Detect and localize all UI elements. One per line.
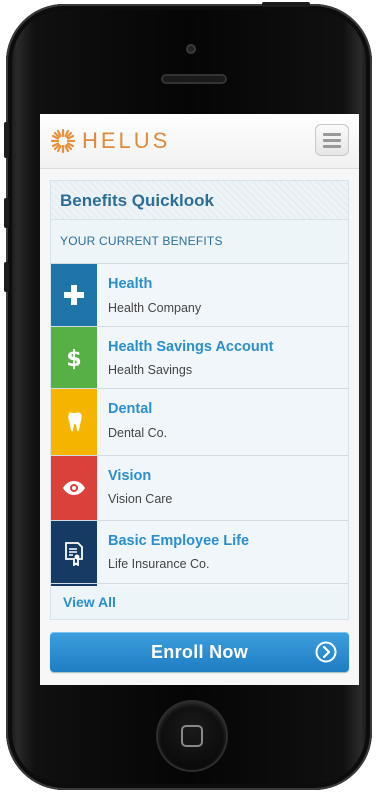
benefit-row-vision[interactable]: Vision Vision Care: [51, 455, 348, 520]
sun-logo-icon: [50, 128, 76, 154]
certificate-icon: [51, 521, 97, 586]
earpiece-speaker: [161, 74, 227, 84]
power-button: [262, 2, 310, 7]
chevron-right-circle-icon: [315, 641, 337, 663]
hamburger-icon: [323, 133, 341, 136]
volume-down-button: [4, 262, 9, 292]
divider: [51, 583, 348, 584]
card-title: Benefits Quicklook: [60, 191, 214, 210]
benefit-row-life[interactable]: Basic Employee Life Life Insurance Co.: [51, 520, 348, 586]
home-button[interactable]: [158, 702, 226, 770]
benefit-row-health[interactable]: Health Health Company: [51, 263, 348, 326]
enroll-now-button[interactable]: Enroll Now: [50, 632, 349, 672]
benefits-quicklook-card: Benefits Quicklook YOUR CURRENT BENEFITS…: [50, 180, 349, 620]
benefit-name: Basic Employee Life: [108, 533, 250, 549]
logo: HELUS: [50, 128, 170, 154]
benefit-provider: Life Insurance Co.: [108, 557, 210, 571]
benefit-name: Health: [108, 276, 153, 292]
front-camera: [186, 44, 196, 54]
plus-icon: [51, 264, 97, 326]
section-label: YOUR CURRENT BENEFITS: [60, 234, 223, 248]
benefit-name: Health Savings Account: [108, 339, 274, 355]
view-all-link[interactable]: View All: [63, 594, 116, 610]
dollar-icon: $: [51, 327, 97, 388]
tooth-icon: [51, 389, 97, 455]
benefit-row-dental[interactable]: Dental Dental Co.: [51, 388, 348, 455]
card-header: Benefits Quicklook: [51, 181, 348, 220]
benefit-provider: Vision Care: [108, 492, 173, 506]
benefit-name: Vision: [108, 468, 152, 484]
phone-screen: HELUS Benefits Quicklook YOUR CURRENT BE…: [40, 114, 359, 685]
volume-up-button: [4, 198, 9, 228]
benefit-name: Dental: [108, 401, 153, 417]
benefit-provider: Dental Co.: [108, 426, 168, 440]
enroll-label: Enroll Now: [151, 642, 248, 662]
svg-text:$: $: [66, 347, 81, 371]
benefits-list: Health Health Company $ Health Savings A…: [51, 263, 348, 586]
mute-switch: [4, 122, 9, 158]
benefit-row-hsa[interactable]: $ Health Savings Account Health Savings: [51, 326, 348, 388]
logo-text: HELUS: [82, 128, 171, 153]
app-header: HELUS: [40, 114, 359, 169]
menu-button[interactable]: [315, 124, 349, 156]
benefit-provider: Health Savings: [108, 363, 193, 377]
benefit-provider: Health Company: [108, 301, 202, 315]
eye-icon: [51, 456, 97, 520]
